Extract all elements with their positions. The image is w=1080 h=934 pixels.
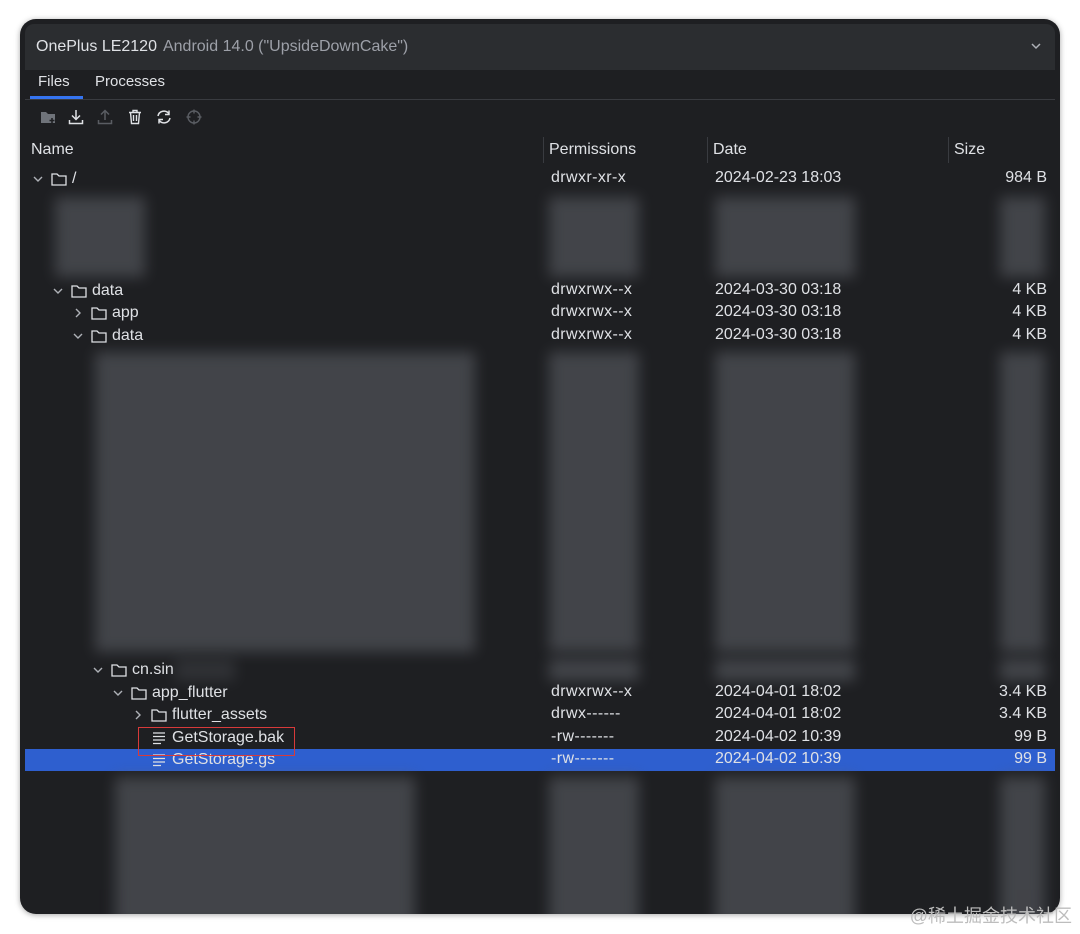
folder-icon <box>91 307 107 320</box>
column-divider[interactable] <box>707 137 708 163</box>
permissions-cell: drwx------ <box>551 705 621 722</box>
size-cell: 984 B <box>1005 169 1047 186</box>
table-row[interactable]: app drwxrwx--x 2024-03-30 03:18 4 KB <box>25 302 1055 324</box>
tab-files[interactable]: Files <box>30 72 83 99</box>
folder-icon <box>111 664 127 677</box>
column-divider[interactable] <box>543 137 544 163</box>
file-tree: / drwxr-xr-x 2024-02-23 18:03 984 B data… <box>25 167 1055 914</box>
annotation-highlight-box <box>138 727 295 756</box>
redacted-region <box>715 659 855 681</box>
file-name: / <box>72 170 77 187</box>
permissions-cell: drwxrwx--x <box>551 303 633 320</box>
redacted-region <box>715 352 855 652</box>
date-cell: 2024-02-23 18:03 <box>715 169 842 186</box>
chevron-down-icon[interactable] <box>52 285 64 297</box>
watermark: @稀土掘金技术社区 <box>909 906 1072 926</box>
redacted-region <box>715 197 855 277</box>
file-name: flutter_assets <box>172 706 268 723</box>
table-row[interactable]: app_flutter drwxrwx--x 2024-04-01 18:02 … <box>25 682 1055 704</box>
redacted-region <box>1000 777 1045 914</box>
permissions-cell: drwxrwx--x <box>551 683 633 700</box>
table-row[interactable]: / drwxr-xr-x 2024-02-23 18:03 984 B <box>25 168 1055 190</box>
permissions-cell: -rw------- <box>551 750 615 767</box>
size-cell: 3.4 KB <box>998 683 1047 700</box>
column-divider[interactable] <box>948 137 949 163</box>
file-name: app <box>112 304 139 321</box>
redacted-region <box>715 777 855 914</box>
size-cell: 99 B <box>1014 750 1047 767</box>
file-name: cn.sin <box>132 661 174 678</box>
device-os-version: Android 14.0 ("UpsideDownCake") <box>162 38 409 55</box>
device-name: OnePlus LE2120 <box>36 38 157 55</box>
redacted-region <box>549 777 639 914</box>
date-cell: 2024-04-01 18:02 <box>715 705 842 722</box>
chevron-down-icon[interactable] <box>32 173 44 185</box>
chevron-down-icon[interactable] <box>1029 39 1043 53</box>
new-folder-icon[interactable] <box>38 107 58 127</box>
column-header-permissions[interactable]: Permissions <box>549 141 636 163</box>
date-cell: 2024-03-30 03:18 <box>715 303 842 320</box>
redacted-region <box>549 197 639 277</box>
redacted-region <box>1000 352 1045 652</box>
table-row[interactable]: data drwxrwx--x 2024-03-30 03:18 4 KB <box>25 325 1055 347</box>
date-cell: 2024-04-01 18:02 <box>715 683 842 700</box>
device-explorer-window: OnePlus LE2120 Android 14.0 ("UpsideDown… <box>20 19 1060 914</box>
chevron-down-icon[interactable] <box>72 330 84 342</box>
column-header-name[interactable]: Name <box>31 141 74 163</box>
chevron-down-icon[interactable] <box>92 664 104 676</box>
redacted-region <box>115 777 415 914</box>
toolbar <box>25 103 1055 133</box>
tab-bar: Files Processes <box>25 70 1055 100</box>
device-selector[interactable]: OnePlus LE2120 Android 14.0 ("UpsideDown… <box>25 24 1055 70</box>
folder-icon <box>51 173 67 186</box>
size-cell: 99 B <box>1014 728 1047 745</box>
redacted-region <box>95 352 475 652</box>
folder-icon <box>71 285 87 298</box>
folder-icon <box>131 687 147 700</box>
delete-icon[interactable] <box>125 107 145 127</box>
size-cell: 4 KB <box>1012 303 1047 320</box>
column-header-size[interactable]: Size <box>954 141 985 163</box>
chevron-right-icon[interactable] <box>132 709 144 721</box>
redacted-region <box>549 352 639 652</box>
table-row[interactable]: data drwxrwx--x 2024-03-30 03:18 4 KB <box>25 280 1055 302</box>
tab-processes[interactable]: Processes <box>95 72 165 99</box>
chevron-down-icon[interactable] <box>112 687 124 699</box>
table-row[interactable]: flutter_assets drwx------ 2024-04-01 18:… <box>25 704 1055 726</box>
date-cell: 2024-03-30 03:18 <box>715 281 842 298</box>
locate-icon[interactable] <box>184 107 204 127</box>
size-cell: 4 KB <box>1012 326 1047 343</box>
chevron-right-icon[interactable] <box>72 307 84 319</box>
download-icon[interactable] <box>66 107 86 127</box>
permissions-cell: drwxr-xr-x <box>551 169 627 186</box>
date-cell: 2024-04-02 10:39 <box>715 750 842 767</box>
table-header: Name Permissions Date Size <box>25 137 1055 163</box>
folder-icon <box>151 709 167 722</box>
permissions-cell: drwxrwx--x <box>551 326 633 343</box>
folder-icon <box>91 330 107 343</box>
file-name: app_flutter <box>152 684 228 701</box>
redacted-region <box>1000 659 1045 681</box>
redacted-region <box>175 659 235 681</box>
redacted-region <box>1000 197 1045 277</box>
size-cell: 4 KB <box>1012 281 1047 298</box>
column-header-date[interactable]: Date <box>713 141 747 163</box>
file-name: data <box>92 282 124 299</box>
file-name: data <box>112 327 144 344</box>
permissions-cell: drwxrwx--x <box>551 281 633 298</box>
redacted-region <box>549 659 639 681</box>
date-cell: 2024-04-02 10:39 <box>715 728 842 745</box>
date-cell: 2024-03-30 03:18 <box>715 326 842 343</box>
size-cell: 3.4 KB <box>998 705 1047 722</box>
redacted-region <box>55 197 145 277</box>
refresh-icon[interactable] <box>154 107 174 127</box>
permissions-cell: -rw------- <box>551 728 615 745</box>
upload-icon[interactable] <box>95 107 115 127</box>
